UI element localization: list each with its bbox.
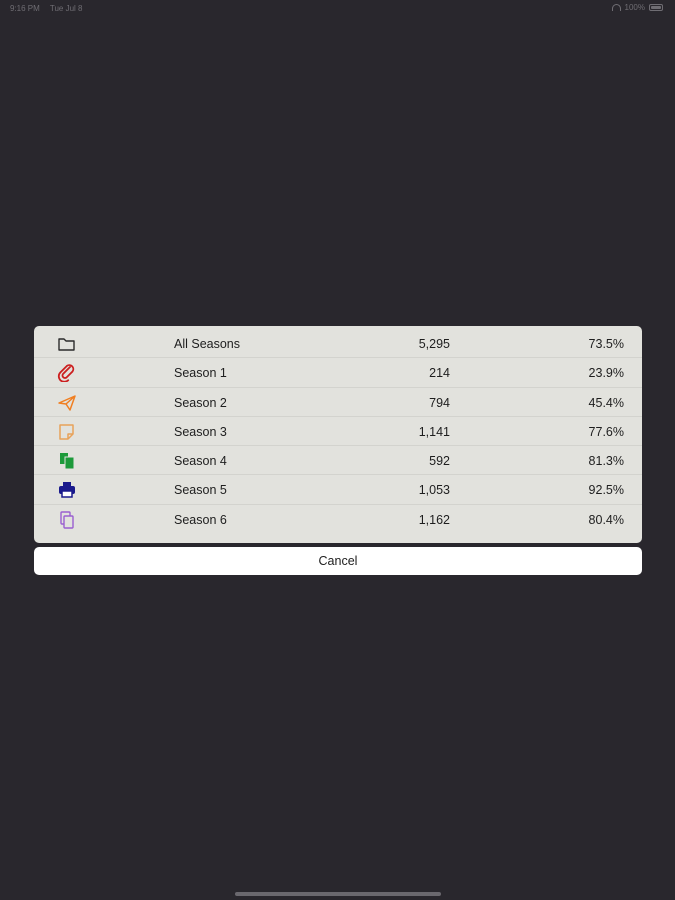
copy-outline-icon — [57, 511, 77, 529]
battery-icon — [649, 4, 663, 11]
row-percent: 45.4% — [588, 395, 624, 410]
status-date: Tue Jul 8 — [49, 4, 83, 13]
status-bar: 9:16 PM Tue Jul 8 100% — [0, 0, 675, 18]
row-percent: 80.4% — [588, 512, 624, 527]
status-left: 9:16 PM Tue Jul 8 — [10, 4, 90, 13]
printer-icon — [57, 481, 77, 499]
row-count: 5,295 — [418, 337, 450, 351]
battery-percent: 100% — [624, 3, 645, 12]
row-season-6[interactable]: Season 6 1,162 80.4% — [34, 505, 642, 534]
row-season-4[interactable]: Season 4 592 81.3% — [34, 446, 642, 476]
row-count: 1,053 — [418, 483, 450, 498]
row-percent: 23.9% — [588, 366, 624, 381]
row-label: Season 2 — [174, 395, 227, 410]
paperclip-icon — [57, 364, 77, 383]
status-right: 100% — [611, 3, 663, 12]
row-percent: 92.5% — [588, 483, 624, 498]
row-count: 794 — [429, 395, 450, 410]
wifi-icon — [611, 4, 621, 11]
row-percent: 77.6% — [588, 424, 624, 439]
row-count: 1,162 — [418, 512, 450, 527]
row-label: Season 1 — [174, 366, 227, 381]
row-percent: 73.5% — [588, 337, 624, 351]
action-sheet: All Seasons 5,295 73.5% Season 1 214 23.… — [34, 326, 642, 543]
row-label: Season 6 — [174, 512, 227, 527]
row-label: Season 5 — [174, 483, 227, 498]
row-season-2[interactable]: Season 2 794 45.4% — [34, 388, 642, 417]
row-count: 1,141 — [418, 424, 450, 439]
copy-filled-icon — [57, 452, 77, 470]
row-season-5[interactable]: Season 5 1,053 92.5% — [34, 475, 642, 505]
sticky-note-icon — [57, 423, 77, 441]
row-all-seasons[interactable]: All Seasons 5,295 73.5% — [34, 329, 642, 359]
row-percent: 81.3% — [588, 454, 624, 469]
folder-icon — [57, 335, 77, 353]
row-count: 214 — [429, 366, 450, 381]
row-season-3[interactable]: Season 3 1,141 77.6% — [34, 417, 642, 447]
row-count: 592 — [429, 454, 450, 469]
paper-plane-icon — [57, 394, 77, 412]
row-label: Season 3 — [174, 424, 227, 439]
cancel-button[interactable]: Cancel — [34, 547, 642, 575]
home-indicator[interactable] — [235, 892, 441, 896]
status-time: 9:16 PM — [10, 4, 40, 13]
row-label: All Seasons — [174, 337, 241, 351]
row-season-1[interactable]: Season 1 214 23.9% — [34, 358, 642, 388]
row-label: Season 4 — [174, 454, 227, 469]
